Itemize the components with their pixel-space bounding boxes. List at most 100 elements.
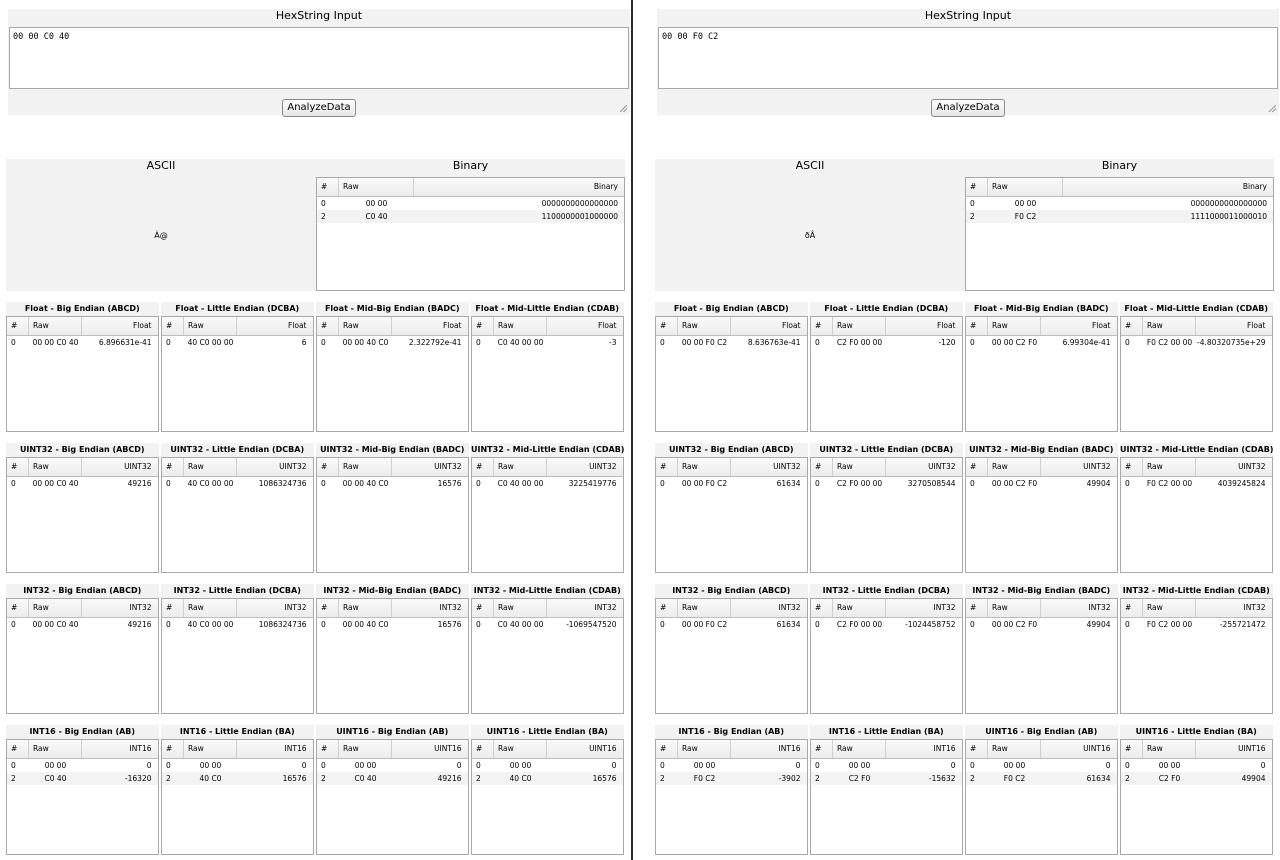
column-header-index[interactable]: # bbox=[1121, 317, 1143, 335]
data-table[interactable]: # Raw Float 0 00 00 C2 F0 6.99304e-41 bbox=[965, 316, 1118, 432]
column-header-type[interactable]: Float bbox=[237, 317, 313, 335]
column-header-raw[interactable]: Raw bbox=[339, 317, 392, 335]
table-row[interactable]: 0 40 C0 00 00 1086324736 bbox=[162, 618, 313, 631]
column-header-type[interactable]: Float bbox=[547, 317, 623, 335]
column-header-type[interactable]: Float bbox=[1196, 317, 1272, 335]
column-header-index[interactable]: # bbox=[317, 178, 339, 196]
column-header-type[interactable]: UINT16 bbox=[1041, 740, 1117, 758]
column-header-index[interactable]: # bbox=[317, 317, 339, 335]
column-header-type[interactable]: Float bbox=[392, 317, 468, 335]
column-header-binary[interactable]: Binary bbox=[414, 178, 624, 196]
table-row[interactable]: 0 00 00 F0 C2 61634 bbox=[656, 477, 807, 490]
data-table[interactable]: # Raw INT32 0 C0 40 00 00 -1069547520 bbox=[471, 598, 624, 714]
table-row[interactable]: 0 40 C0 00 00 1086324736 bbox=[162, 477, 313, 490]
column-header-raw[interactable]: Raw bbox=[494, 317, 547, 335]
hex-input-field[interactable]: 00 00 C0 40 bbox=[9, 27, 629, 89]
hex-input-field[interactable]: 00 00 F0 C2 bbox=[658, 27, 1278, 89]
data-table[interactable]: # Raw Float 0 C2 F0 00 00 -120 bbox=[810, 316, 963, 432]
data-table[interactable]: # Raw Float 0 00 00 C0 40 6.896631e-41 bbox=[6, 316, 159, 432]
table-row[interactable]: 0 00 00 0 bbox=[7, 759, 158, 772]
column-header-type[interactable]: INT32 bbox=[1196, 599, 1272, 617]
column-header-raw[interactable]: Raw bbox=[339, 740, 392, 758]
column-header-raw[interactable]: Raw bbox=[1143, 458, 1196, 476]
column-header-index[interactable]: # bbox=[1121, 599, 1143, 617]
data-table[interactable]: # Raw INT16 0 00 00 0 2 40 C0 16576 bbox=[161, 739, 314, 855]
column-header-type[interactable]: INT32 bbox=[237, 599, 313, 617]
table-row[interactable]: 0 F0 C2 00 00 -4.80320735e+29 bbox=[1121, 336, 1272, 349]
column-header-type[interactable]: INT32 bbox=[547, 599, 623, 617]
column-header-raw[interactable]: Raw bbox=[678, 458, 731, 476]
column-header-raw[interactable]: Raw bbox=[988, 317, 1041, 335]
table-row[interactable]: 0 00 00 0000000000000000 bbox=[317, 197, 624, 210]
data-table[interactable]: # Raw INT16 0 00 00 0 2 C0 40 -16320 bbox=[6, 739, 159, 855]
table-row[interactable]: 0 00 00 40 C0 16576 bbox=[317, 477, 468, 490]
data-table[interactable]: # Raw INT32 0 F0 C2 00 00 -255721472 bbox=[1120, 598, 1273, 714]
column-header-raw[interactable]: Raw bbox=[29, 599, 82, 617]
column-header-index[interactable]: # bbox=[1121, 458, 1143, 476]
column-header-raw[interactable]: Raw bbox=[184, 458, 237, 476]
data-table[interactable]: # Raw UINT32 0 C2 F0 00 00 3270508544 bbox=[810, 457, 963, 573]
table-row[interactable]: 0 C2 F0 00 00 -120 bbox=[811, 336, 962, 349]
column-header-type[interactable]: INT16 bbox=[82, 740, 158, 758]
column-header-index[interactable]: # bbox=[162, 740, 184, 758]
table-row[interactable]: 0 00 00 C2 F0 49904 bbox=[966, 618, 1117, 631]
table-row[interactable]: 0 40 C0 00 00 6 bbox=[162, 336, 313, 349]
table-row[interactable]: 0 00 00 F0 C2 8.636763e-41 bbox=[656, 336, 807, 349]
column-header-index[interactable]: # bbox=[317, 740, 339, 758]
column-header-type[interactable]: INT16 bbox=[237, 740, 313, 758]
data-table[interactable]: # Raw INT32 0 00 00 40 C0 16576 bbox=[316, 598, 469, 714]
column-header-index[interactable]: # bbox=[656, 458, 678, 476]
column-header-type[interactable]: Float bbox=[886, 317, 962, 335]
table-row[interactable]: 0 F0 C2 00 00 -255721472 bbox=[1121, 618, 1272, 631]
table-row[interactable]: 0 00 00 C0 40 49216 bbox=[7, 618, 158, 631]
column-header-index[interactable]: # bbox=[966, 740, 988, 758]
column-header-type[interactable]: INT16 bbox=[886, 740, 962, 758]
column-header-index[interactable]: # bbox=[966, 178, 988, 196]
data-table[interactable]: # Raw Float 0 00 00 40 C0 2.322792e-41 bbox=[316, 316, 469, 432]
table-row[interactable]: 0 00 00 0 bbox=[656, 759, 807, 772]
column-header-raw[interactable]: Raw bbox=[988, 599, 1041, 617]
column-header-raw[interactable]: Raw bbox=[494, 740, 547, 758]
column-header-type[interactable]: UINT32 bbox=[1196, 458, 1272, 476]
column-header-index[interactable]: # bbox=[162, 317, 184, 335]
data-table[interactable]: # Raw UINT32 0 C0 40 00 00 3225419776 bbox=[471, 457, 624, 573]
column-header-raw[interactable]: Raw bbox=[339, 599, 392, 617]
column-header-type[interactable]: UINT16 bbox=[1196, 740, 1272, 758]
column-header-raw[interactable]: Raw bbox=[988, 740, 1041, 758]
table-row[interactable]: 0 00 00 0 bbox=[1121, 759, 1272, 772]
column-header-index[interactable]: # bbox=[811, 740, 833, 758]
data-table[interactable]: # Raw Float 0 F0 C2 00 00 -4.80320735e+29 bbox=[1120, 316, 1273, 432]
column-header-type[interactable]: UINT16 bbox=[547, 740, 623, 758]
column-header-type[interactable]: INT32 bbox=[1041, 599, 1117, 617]
column-header-type[interactable]: Float bbox=[82, 317, 158, 335]
table-row[interactable]: 0 00 00 F0 C2 61634 bbox=[656, 618, 807, 631]
column-header-raw[interactable]: Raw bbox=[1143, 599, 1196, 617]
table-row[interactable]: 0 00 00 C0 40 49216 bbox=[7, 477, 158, 490]
table-row[interactable]: 0 C0 40 00 00 3225419776 bbox=[472, 477, 623, 490]
column-header-raw[interactable]: Raw bbox=[833, 317, 886, 335]
column-header-type[interactable]: UINT32 bbox=[731, 458, 807, 476]
table-row[interactable]: 0 00 00 C0 40 6.896631e-41 bbox=[7, 336, 158, 349]
column-header-index[interactable]: # bbox=[966, 458, 988, 476]
table-row[interactable]: 2 C2 F0 -15632 bbox=[811, 772, 962, 785]
column-header-index[interactable]: # bbox=[656, 740, 678, 758]
column-header-index[interactable]: # bbox=[317, 458, 339, 476]
column-header-raw[interactable]: Raw bbox=[494, 599, 547, 617]
table-row[interactable]: 0 C2 F0 00 00 -1024458752 bbox=[811, 618, 962, 631]
column-header-binary[interactable]: Binary bbox=[1063, 178, 1273, 196]
column-header-raw[interactable]: Raw bbox=[184, 740, 237, 758]
column-header-raw[interactable]: Raw bbox=[833, 458, 886, 476]
table-row[interactable]: 0 00 00 0 bbox=[811, 759, 962, 772]
column-header-type[interactable]: UINT32 bbox=[1041, 458, 1117, 476]
column-header-index[interactable]: # bbox=[656, 317, 678, 335]
column-header-raw[interactable]: Raw bbox=[988, 178, 1063, 196]
table-row[interactable]: 0 C2 F0 00 00 3270508544 bbox=[811, 477, 962, 490]
column-header-raw[interactable]: Raw bbox=[184, 599, 237, 617]
table-row[interactable]: 0 C0 40 00 00 -1069547520 bbox=[472, 618, 623, 631]
data-table[interactable]: # Raw UINT32 0 F0 C2 00 00 4039245824 bbox=[1120, 457, 1273, 573]
column-header-raw[interactable]: Raw bbox=[1143, 317, 1196, 335]
table-row[interactable]: 0 00 00 0 bbox=[317, 759, 468, 772]
column-header-raw[interactable]: Raw bbox=[678, 599, 731, 617]
data-table[interactable]: # Raw UINT16 0 00 00 0 2 40 C0 16576 bbox=[471, 739, 624, 855]
column-header-raw[interactable]: Raw bbox=[494, 458, 547, 476]
